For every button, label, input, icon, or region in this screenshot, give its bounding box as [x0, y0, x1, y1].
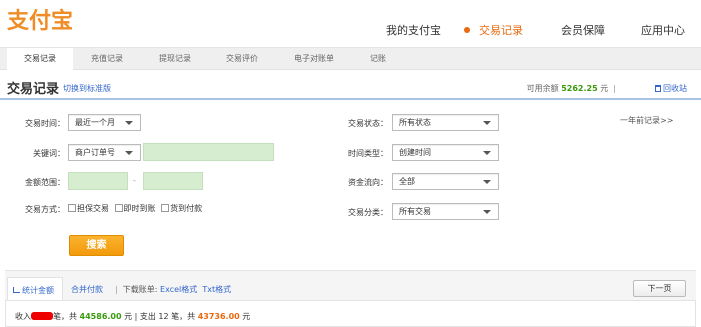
- excel-link[interactable]: Excel格式: [160, 285, 197, 294]
- title-row: 交易记录 切换到标准版 可用余额 5262.25 元 | 回收站: [0, 78, 701, 100]
- income-prefix: 收入: [15, 312, 31, 321]
- time-type-select[interactable]: 创建时间: [392, 144, 499, 161]
- category-value: 所有交易: [399, 207, 431, 216]
- redaction-mark: [31, 312, 53, 320]
- method-cod-label: 货到付款: [170, 204, 203, 213]
- tab-stats-amount[interactable]: 统计金额: [7, 277, 63, 302]
- flow-label: 资金流向：: [348, 178, 388, 187]
- time-type-value: 创建时间: [399, 148, 431, 157]
- checkbox-instant[interactable]: [114, 204, 123, 212]
- subtab-reviews[interactable]: 交易评价: [209, 48, 275, 70]
- time-label: 交易时间：: [25, 119, 65, 128]
- sub-navigation: 交易记录 充值记录 提现记录 交易评价 电子对账单 记账: [0, 47, 701, 70]
- trash-icon: [655, 85, 661, 92]
- txt-link[interactable]: Txt格式: [202, 285, 231, 294]
- topnav-member-protection[interactable]: 会员保障: [561, 22, 605, 38]
- download-bill: | 下载账单: Excel格式 Txt格式: [115, 285, 232, 294]
- topnav-app-center[interactable]: 应用中心: [641, 22, 685, 38]
- checkbox-escrow[interactable]: [68, 204, 76, 212]
- keyword-type-value: 商户订单号: [75, 148, 115, 157]
- method-instant-label: 即时到账: [123, 204, 156, 213]
- status-select[interactable]: 所有状态: [392, 114, 499, 131]
- amount-dash: -: [133, 176, 136, 185]
- amount-label: 金额范围：: [25, 178, 65, 187]
- time-select[interactable]: 最近一个月: [68, 114, 141, 131]
- recycle-label: 回收站: [663, 84, 687, 93]
- balance-amount: 5262.25: [561, 84, 598, 93]
- time-select-value: 最近一个月: [75, 118, 115, 127]
- topnav-transactions[interactable]: 交易记录: [479, 22, 523, 38]
- results-toolbar: 统计金额 合并付款 | 下载账单: Excel格式 Txt格式: [5, 270, 696, 302]
- category-select[interactable]: 所有交易: [392, 203, 499, 220]
- checkbox-cod[interactable]: [161, 204, 170, 212]
- balance-label: 可用余额: [526, 84, 559, 93]
- topnav-my-alipay[interactable]: 我的支付宝: [386, 22, 441, 38]
- download-label: 下载账单:: [122, 285, 158, 294]
- income-suffix: 元 | 支出 12 笔，共: [124, 312, 196, 321]
- separator: |: [613, 84, 616, 93]
- flow-select[interactable]: 全部: [392, 173, 499, 190]
- subtab-recharge[interactable]: 充值记录: [74, 48, 140, 70]
- category-label: 交易分类：: [348, 208, 388, 217]
- income-mid: 笔，共: [53, 312, 77, 321]
- logo-text: 支付宝: [7, 9, 74, 34]
- keyword-type-select[interactable]: 商户订单号: [68, 144, 141, 161]
- chevron-down-icon: [483, 210, 491, 214]
- flow-value: 全部: [399, 177, 415, 186]
- subtab-withdraw[interactable]: 提现记录: [142, 48, 208, 70]
- time-type-label: 时间类型：: [348, 149, 388, 158]
- search-button[interactable]: 搜索: [69, 235, 124, 256]
- merge-pay-link[interactable]: 合并付款: [71, 284, 103, 295]
- chevron-down-icon: [125, 151, 133, 155]
- summary-row: 收入 笔，共 44586.00 元 | 支出 12 笔，共 43736.00 元: [5, 300, 696, 327]
- chevron-down-icon: [483, 121, 491, 125]
- subtab-statement[interactable]: 电子对账单: [281, 48, 347, 70]
- subtab-transactions[interactable]: 交易记录: [7, 48, 73, 70]
- expense-suffix: 元: [242, 312, 251, 321]
- next-page-button[interactable]: 下一页: [633, 280, 686, 297]
- status-value: 所有状态: [399, 118, 431, 127]
- method-label: 交易方式：: [25, 205, 65, 214]
- status-label: 交易状态：: [348, 119, 388, 128]
- method-escrow-label: 担保交易: [77, 204, 109, 213]
- subtab-bookkeeping[interactable]: 记账: [345, 48, 411, 70]
- page-title: 交易记录: [7, 82, 60, 97]
- chevron-down-icon: [125, 121, 133, 125]
- active-nav-dot-icon: [464, 27, 470, 33]
- keyword-input[interactable]: [143, 143, 274, 161]
- bar-chart-icon: [13, 287, 20, 293]
- expense-amount: 43736.00: [197, 312, 240, 321]
- chevron-down-icon: [483, 151, 491, 155]
- method-options: 担保交易 即时到账 货到付款: [68, 203, 205, 214]
- balance-display: 可用余额 5262.25 元 |: [527, 83, 616, 94]
- income-amount: 44586.00: [79, 312, 122, 321]
- recycle-bin-link[interactable]: 回收站: [655, 83, 687, 94]
- keyword-label: 关键词：: [33, 149, 65, 158]
- amount-max-input[interactable]: [143, 172, 203, 190]
- amount-min-input[interactable]: [68, 172, 128, 190]
- balance-unit: 元: [600, 84, 609, 93]
- stats-tab-label: 统计金额: [22, 286, 54, 295]
- alipay-logo[interactable]: 支付宝: [7, 8, 87, 36]
- chevron-down-icon: [483, 180, 491, 184]
- switch-standard-link[interactable]: 切换到标准版: [63, 83, 111, 94]
- year-ago-records-link[interactable]: 一年前记录>>: [620, 115, 673, 126]
